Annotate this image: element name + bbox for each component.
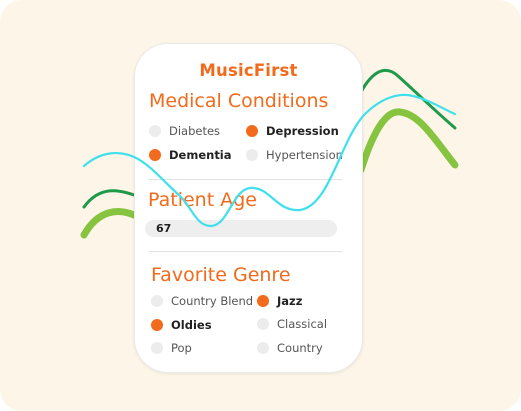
radio-indicator bbox=[151, 342, 163, 354]
genre-option-label: Country Blend bbox=[171, 294, 254, 308]
section-divider bbox=[149, 179, 342, 180]
condition-option-dementia[interactable]: Dementia bbox=[149, 148, 232, 162]
condition-option-diabetes[interactable]: Diabetes bbox=[149, 124, 220, 138]
radio-indicator bbox=[149, 125, 161, 137]
radio-indicator bbox=[257, 318, 269, 330]
genre-title: Favorite Genre bbox=[151, 264, 291, 286]
condition-option-depression[interactable]: Depression bbox=[246, 124, 339, 138]
app-title: MusicFirst bbox=[199, 61, 298, 80]
genre-option-pop[interactable]: Pop bbox=[151, 341, 192, 355]
radio-indicator bbox=[257, 342, 269, 354]
age-input[interactable]: 67 bbox=[145, 220, 337, 237]
age-title: Patient Age bbox=[148, 189, 257, 211]
condition-option-hypertension[interactable]: Hypertension bbox=[246, 148, 343, 162]
genre-option-label: Country bbox=[277, 341, 323, 355]
section-divider bbox=[149, 251, 342, 252]
genre-option-label: Oldies bbox=[171, 318, 212, 332]
condition-option-label: Depression bbox=[266, 124, 339, 138]
radio-indicator bbox=[246, 125, 258, 137]
radio-indicator bbox=[257, 295, 269, 307]
genre-option-label: Jazz bbox=[277, 294, 303, 308]
radio-indicator bbox=[149, 149, 161, 161]
genre-option-country[interactable]: Country bbox=[257, 341, 323, 355]
genre-option-country-blend[interactable]: Country Blend bbox=[151, 294, 253, 308]
condition-option-label: Diabetes bbox=[169, 124, 221, 138]
condition-option-label: Dementia bbox=[169, 148, 232, 162]
genre-option-jazz[interactable]: Jazz bbox=[257, 294, 302, 308]
conditions-title: Medical Conditions bbox=[149, 90, 329, 112]
patient-profile-card: MusicFirst Medical Conditions Diabetes D… bbox=[134, 43, 363, 373]
genre-option-label: Classical bbox=[277, 317, 328, 331]
radio-indicator bbox=[246, 149, 258, 161]
genre-option-oldies[interactable]: Oldies bbox=[151, 318, 212, 332]
radio-indicator bbox=[151, 295, 163, 307]
genre-option-classical[interactable]: Classical bbox=[257, 317, 327, 331]
genre-option-label: Pop bbox=[171, 341, 192, 355]
radio-indicator bbox=[151, 319, 163, 331]
condition-option-label: Hypertension bbox=[266, 148, 343, 162]
